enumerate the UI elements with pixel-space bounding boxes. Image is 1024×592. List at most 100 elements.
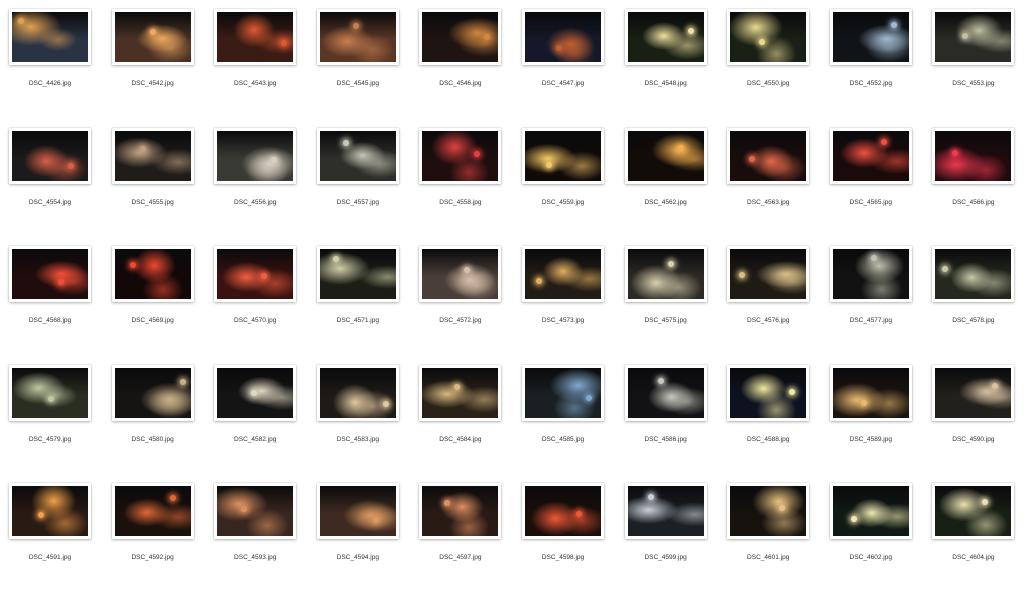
file-name-label[interactable]: DSC_4599.jpg: [616, 554, 716, 561]
file-thumbnail[interactable]: [624, 483, 707, 539]
file-name-label[interactable]: DSC_4559.jpg: [513, 199, 613, 206]
file-item[interactable]: DSC_4426.jpg: [0, 0, 102, 118]
file-thumbnail[interactable]: [111, 9, 194, 65]
file-item[interactable]: DSC_4588.jpg: [718, 356, 820, 474]
file-item[interactable]: DSC_4578.jpg: [923, 237, 1024, 355]
file-name-label[interactable]: DSC_4545.jpg: [308, 80, 408, 87]
file-thumbnail[interactable]: [829, 246, 912, 302]
file-name-label[interactable]: DSC_4563.jpg: [718, 199, 818, 206]
file-item[interactable]: DSC_4563.jpg: [718, 119, 820, 237]
file-thumbnail[interactable]: [9, 364, 91, 421]
file-item[interactable]: DSC_4557.jpg: [308, 119, 410, 237]
file-thumbnail[interactable]: [316, 246, 399, 302]
file-name-label[interactable]: DSC_4555.jpg: [103, 199, 203, 206]
file-name-label[interactable]: DSC_4593.jpg: [205, 554, 305, 561]
file-item[interactable]: DSC_4582.jpg: [205, 356, 307, 474]
file-name-label[interactable]: DSC_4594.jpg: [308, 554, 408, 561]
file-thumbnail[interactable]: [419, 483, 502, 539]
file-item[interactable]: DSC_4592.jpg: [103, 474, 205, 592]
file-item[interactable]: DSC_4601.jpg: [718, 474, 820, 592]
file-item[interactable]: DSC_4594.jpg: [308, 474, 410, 592]
file-thumbnail[interactable]: [214, 246, 297, 302]
file-item[interactable]: DSC_4573.jpg: [513, 237, 615, 355]
file-item[interactable]: DSC_4569.jpg: [103, 237, 205, 355]
file-item[interactable]: DSC_4575.jpg: [616, 237, 718, 355]
file-name-label[interactable]: DSC_4604.jpg: [923, 554, 1023, 561]
file-thumbnail[interactable]: [214, 127, 297, 184]
file-name-label[interactable]: DSC_4584.jpg: [410, 436, 510, 443]
file-item[interactable]: DSC_4550.jpg: [718, 0, 820, 118]
file-item[interactable]: DSC_4585.jpg: [513, 356, 615, 474]
file-name-label[interactable]: DSC_4548.jpg: [616, 80, 716, 87]
file-item[interactable]: DSC_4571.jpg: [308, 237, 410, 355]
file-thumbnail[interactable]: [829, 9, 912, 65]
file-item[interactable]: DSC_4597.jpg: [410, 474, 512, 592]
file-name-label[interactable]: DSC_4557.jpg: [308, 199, 408, 206]
file-name-label[interactable]: DSC_4602.jpg: [821, 554, 921, 561]
file-item[interactable]: DSC_4562.jpg: [616, 119, 718, 237]
file-name-label[interactable]: DSC_4601.jpg: [718, 554, 818, 561]
file-name-label[interactable]: DSC_4578.jpg: [923, 317, 1023, 324]
file-item[interactable]: DSC_4576.jpg: [718, 237, 820, 355]
file-thumbnail[interactable]: [829, 483, 912, 539]
file-thumbnail[interactable]: [829, 127, 912, 184]
file-name-label[interactable]: DSC_4580.jpg: [103, 436, 203, 443]
file-name-label[interactable]: DSC_4565.jpg: [821, 199, 921, 206]
file-name-label[interactable]: DSC_4556.jpg: [205, 199, 305, 206]
file-item[interactable]: DSC_4572.jpg: [410, 237, 512, 355]
file-name-label[interactable]: DSC_4589.jpg: [821, 436, 921, 443]
file-thumbnail[interactable]: [214, 364, 297, 421]
file-item[interactable]: DSC_4559.jpg: [513, 119, 615, 237]
file-thumbnail[interactable]: [214, 483, 297, 539]
file-item[interactable]: DSC_4589.jpg: [821, 356, 923, 474]
file-thumbnail[interactable]: [111, 127, 194, 184]
file-name-label[interactable]: DSC_4568.jpg: [0, 317, 100, 324]
file-thumbnail[interactable]: [727, 127, 810, 184]
file-name-label[interactable]: DSC_4571.jpg: [308, 317, 408, 324]
file-thumbnail[interactable]: [932, 9, 1015, 65]
file-item[interactable]: DSC_4565.jpg: [821, 119, 923, 237]
file-thumbnail[interactable]: [9, 483, 91, 539]
file-name-label[interactable]: DSC_4558.jpg: [410, 199, 510, 206]
file-item[interactable]: DSC_4566.jpg: [923, 119, 1024, 237]
file-name-label[interactable]: DSC_4576.jpg: [718, 317, 818, 324]
file-thumbnail[interactable]: [727, 483, 810, 539]
file-thumbnail[interactable]: [522, 483, 604, 539]
file-item[interactable]: DSC_4547.jpg: [513, 0, 615, 118]
file-thumbnail[interactable]: [419, 364, 502, 421]
file-thumbnail[interactable]: [727, 364, 810, 421]
file-item[interactable]: DSC_4543.jpg: [205, 0, 307, 118]
file-name-label[interactable]: DSC_4575.jpg: [616, 317, 716, 324]
file-thumbnail[interactable]: [932, 246, 1015, 302]
file-thumbnail[interactable]: [419, 246, 502, 302]
file-name-label[interactable]: DSC_4547.jpg: [513, 80, 613, 87]
file-thumbnail[interactable]: [727, 9, 810, 65]
file-thumbnail[interactable]: [624, 246, 707, 302]
file-name-label[interactable]: DSC_4577.jpg: [821, 317, 921, 324]
file-name-label[interactable]: DSC_4586.jpg: [616, 436, 716, 443]
file-name-label[interactable]: DSC_4554.jpg: [0, 199, 100, 206]
file-thumbnail[interactable]: [111, 483, 194, 539]
file-thumbnail[interactable]: [624, 364, 707, 421]
file-thumbnail[interactable]: [316, 483, 399, 539]
file-item[interactable]: DSC_4570.jpg: [205, 237, 307, 355]
file-thumbnail[interactable]: [214, 9, 297, 65]
file-thumbnail[interactable]: [624, 9, 707, 65]
file-name-label[interactable]: DSC_4592.jpg: [103, 554, 203, 561]
file-item[interactable]: DSC_4584.jpg: [410, 356, 512, 474]
file-item[interactable]: DSC_4548.jpg: [616, 0, 718, 118]
file-thumbnail[interactable]: [419, 9, 502, 65]
file-thumbnail[interactable]: [522, 246, 604, 302]
file-item[interactable]: DSC_4602.jpg: [821, 474, 923, 592]
file-thumbnail[interactable]: [316, 127, 399, 184]
file-item[interactable]: DSC_4577.jpg: [821, 237, 923, 355]
file-item[interactable]: DSC_4583.jpg: [308, 356, 410, 474]
file-name-label[interactable]: DSC_4570.jpg: [205, 317, 305, 324]
file-thumbnail[interactable]: [316, 9, 399, 65]
file-thumbnail[interactable]: [829, 364, 912, 421]
file-name-label[interactable]: DSC_4553.jpg: [923, 80, 1023, 87]
file-item[interactable]: DSC_4580.jpg: [103, 356, 205, 474]
file-name-label[interactable]: DSC_4552.jpg: [821, 80, 921, 87]
file-item[interactable]: DSC_4593.jpg: [205, 474, 307, 592]
file-item[interactable]: DSC_4590.jpg: [923, 356, 1024, 474]
